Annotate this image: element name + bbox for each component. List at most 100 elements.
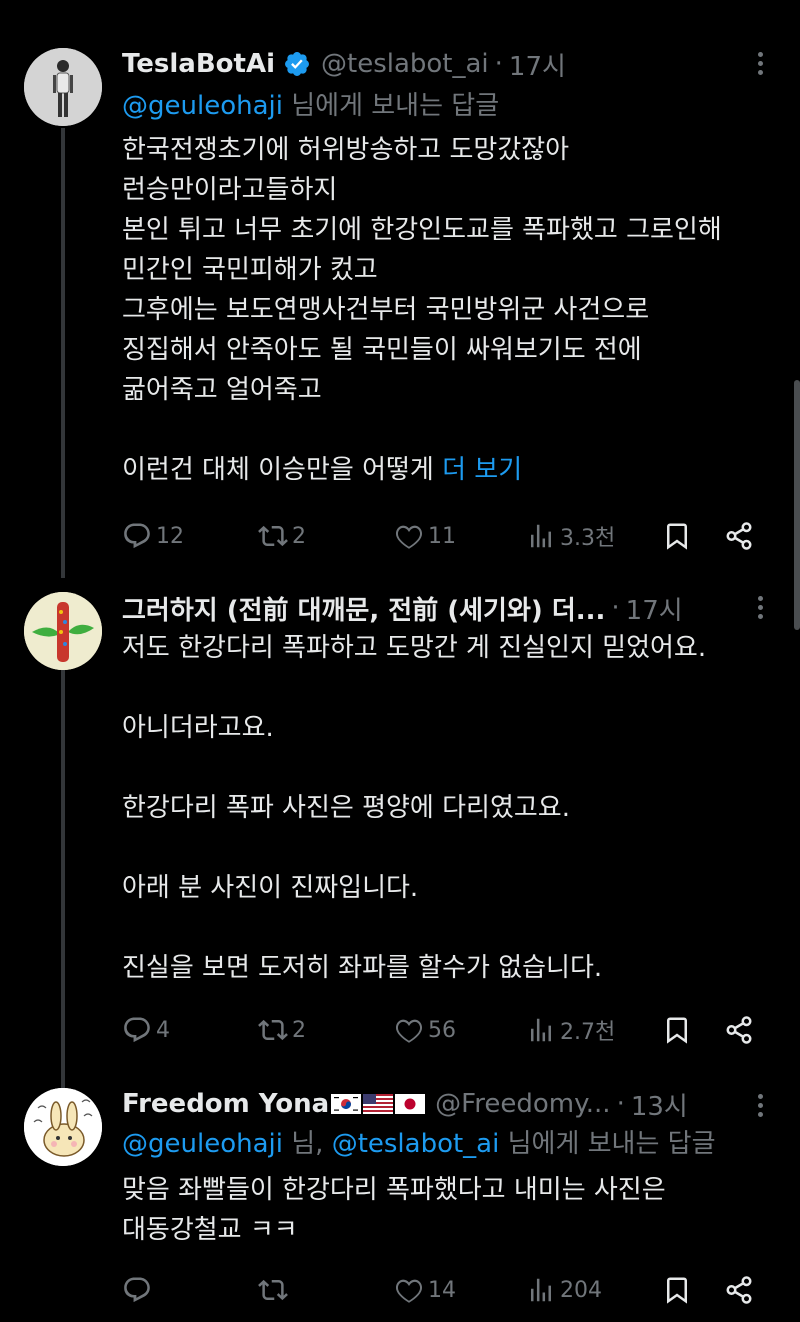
views-icon [531,1278,551,1302]
share-button[interactable] [724,1010,754,1050]
avatar-teslabotai[interactable] [24,48,102,126]
action-bar: 14 204 [122,1270,762,1310]
avatar-geuleohaji[interactable] [24,592,102,670]
heart-icon [395,1019,423,1043]
action-bar: 12 2 11 3.3천 [122,516,762,556]
tweet-text: 맞음 좌빨들이 한강다리 폭파했다고 내미는 사진은 대동강철교 ㅋㅋ [122,1170,780,1250]
views-button[interactable]: 2.7천 [526,1010,615,1050]
repost-count: 2 [292,523,306,549]
text-line-tail: 이런건 대체 이승만을 어떻게 [122,455,443,485]
text-line: 아래 분 사진이 진짜입니다. [122,873,419,903]
display-name[interactable]: 그러하지 (전前 대깨문, 전前 (세기와) 더... [122,590,605,627]
bookmark-button[interactable] [662,1270,692,1310]
text-line: 맞음 좌빨들이 한강다리 폭파했다고 내미는 사진은 [122,1175,666,1205]
replying-to: @geuleohaji 님에게 보내는 답글 [122,86,780,126]
share-icon [726,1276,752,1304]
like-button[interactable]: 56 [394,1010,456,1050]
mention-link[interactable]: @geuleohaji [122,1129,283,1159]
repost-count: 2 [292,1017,306,1043]
reply-count: 12 [156,523,184,549]
views-icon [531,524,551,548]
verified-badge-icon [283,50,311,78]
replying-suffix: 님에게 보내는 답글 [499,1129,716,1159]
text-line: 저도 한강다리 폭파하고 도망간 게 진실인지 믿었어요. [122,633,707,663]
text-line: 런승만이라고들하지 [122,175,338,205]
replying-to: @geuleohaji 님, @teslabot_ai 님에게 보내는 답글 [122,1124,780,1164]
text-line: 징집해서 안죽아도 될 국민들이 싸워보기도 전에 [122,335,642,365]
text-line: 대동강철교 ㅋㅋ [122,1215,298,1245]
like-count: 14 [428,1277,456,1303]
text-line: 한국전쟁초기에 허위방송하고 도망갔잖아 [122,135,570,165]
timestamp[interactable]: 17시 [626,590,683,627]
tweet-3[interactable]: Freedom Yona @Freedomy... · 13시 @geuleoh… [0,1080,800,1322]
japan-flag-icon [395,1094,426,1114]
scrollbar[interactable] [794,380,800,630]
action-bar: 4 2 56 2.7천 [122,1010,762,1050]
user-handle[interactable]: @Freedomy... [435,1089,610,1119]
share-icon [726,1016,752,1044]
usa-flag-icon [363,1094,394,1114]
timestamp[interactable]: 17시 [509,46,566,83]
bookmark-button[interactable] [662,516,692,556]
like-count: 56 [428,1017,456,1043]
text-line: 굶어죽고 얼어죽고 [122,375,322,405]
heart-icon [395,525,423,549]
separator-dot: · [611,593,620,623]
like-button[interactable]: 11 [394,516,456,556]
reply-button[interactable]: 4 [122,1010,170,1050]
repost-button[interactable] [258,1270,292,1310]
text-line [122,748,780,788]
tweet-1[interactable]: TeslaBotAi @teslabot_ai · 17시 @geuleohaj… [0,0,800,580]
mention-link[interactable]: @teslabot_ai [332,1129,500,1159]
replying-middle: 님, [282,1129,332,1159]
views-button[interactable]: 3.3천 [526,516,615,556]
text-line [122,908,780,948]
share-icon [726,522,752,550]
like-button[interactable]: 14 [394,1270,456,1310]
share-button[interactable] [724,516,754,556]
views-count: 3.3천 [560,526,616,551]
reply-icon [124,1277,150,1303]
timestamp[interactable]: 13시 [631,1086,688,1123]
text-line [122,410,780,450]
repost-icon [258,1019,288,1041]
views-count: 204 [560,1277,602,1303]
display-name[interactable]: TeslaBotAi [122,49,275,79]
bookmark-button[interactable] [662,1010,692,1050]
views-button[interactable]: 204 [526,1270,602,1310]
text-line: 진실을 보면 도저히 좌파를 할수가 없습니다. [122,953,603,983]
text-line: 이런건 대체 이승만을 어떻게 더 보기 [122,450,780,490]
tweet-header: Freedom Yona @Freedomy... · 13시 [122,1084,740,1124]
repost-button[interactable]: 2 [258,1010,306,1050]
tweet-2[interactable]: 그러하지 (전前 대깨문, 전前 (세기와) 더... · 17시 저도 한강다… [0,580,800,1080]
views-icon [531,1018,551,1042]
user-handle[interactable]: @teslabot_ai [321,49,489,79]
separator-dot: · [616,1089,625,1119]
avatar-freedomyona[interactable] [24,1088,102,1166]
korea-flag-icon [331,1094,362,1114]
bookmark-icon [667,1017,687,1044]
more-options-icon[interactable] [750,48,770,78]
tweet-header: 그러하지 (전前 대깨문, 전前 (세기와) 더... · 17시 [122,588,740,628]
separator-dot: · [494,49,503,79]
tweet-text: 저도 한강다리 폭파하고 도망간 게 진실인지 믿었어요. 아니더라고요. 한강… [122,628,780,988]
mention-link[interactable]: @geuleohaji [122,91,283,121]
reply-button[interactable] [122,1270,156,1310]
tweet-header: TeslaBotAi @teslabot_ai · 17시 [122,44,740,84]
more-options-icon[interactable] [750,1090,770,1120]
repost-icon [258,1279,288,1301]
reply-button[interactable]: 12 [122,516,184,556]
display-name[interactable]: Freedom Yona [122,1089,329,1119]
show-more-link[interactable]: 더 보기 [442,455,522,485]
share-button[interactable] [724,1270,754,1310]
replying-suffix: 님에게 보내는 답글 [282,91,500,121]
text-line [122,668,780,708]
bookmark-icon [667,1277,687,1304]
like-count: 11 [428,523,456,549]
repost-button[interactable]: 2 [258,516,306,556]
more-options-icon[interactable] [750,592,770,622]
bookmark-icon [667,523,687,550]
text-line: 민간인 국민피해가 컸고 [122,255,378,285]
views-count: 2.7천 [560,1020,616,1045]
text-line [122,828,780,868]
